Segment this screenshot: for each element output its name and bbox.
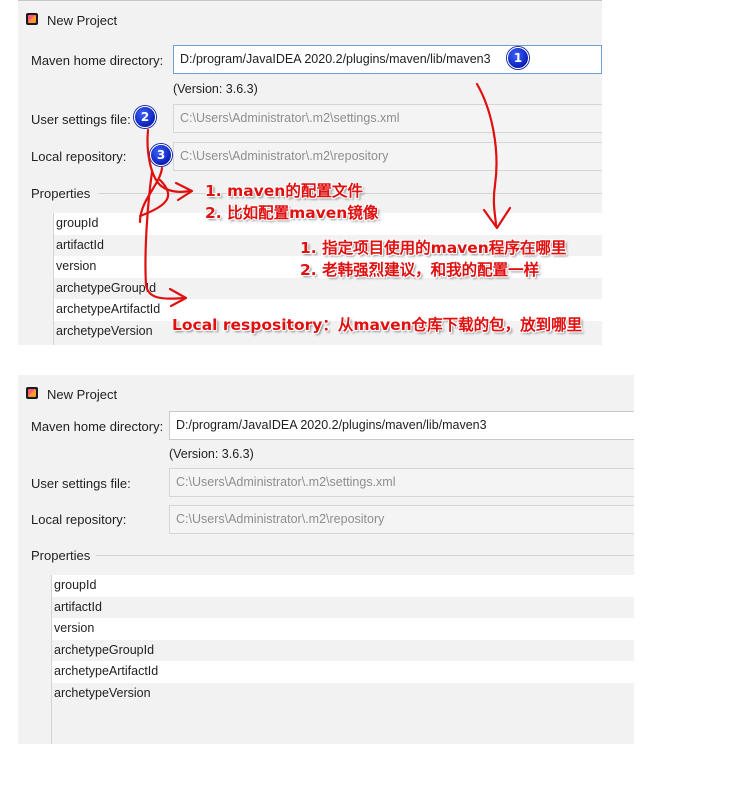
property-row[interactable]: archetypeVersion: [52, 683, 634, 705]
maven-home-note-line-1: 1. 指定项目使用的maven程序在哪里: [300, 239, 567, 257]
dialog-title: New Project: [47, 387, 118, 402]
property-row[interactable]: archetypeArtifactId: [52, 661, 634, 683]
maven-home-note-line-2: 2. 老韩强烈建议，和我的配置一样: [300, 261, 540, 279]
local-repo-label: Local repository:: [31, 512, 127, 527]
property-row[interactable]: artifactId: [52, 597, 634, 619]
local-repo-note: Local respository：从maven仓库下载的包，放到哪里: [172, 316, 583, 334]
arrow-maven-home: [475, 82, 498, 228]
property-row[interactable]: groupId: [52, 575, 634, 597]
property-row[interactable]: archetypeGroupId: [52, 640, 634, 662]
user-settings-label: User settings file:: [31, 476, 131, 491]
settings-note-line-1: 1. maven的配置文件: [205, 182, 363, 200]
properties-heading: Properties: [31, 548, 91, 563]
maven-home-value: D:/program/JavaIDEA 2020.2/plugins/maven…: [176, 418, 487, 432]
intellij-app-icon: [26, 387, 38, 399]
local-repo-input[interactable]: C:\Users\Administrator\.m2\repository: [169, 505, 634, 534]
title-bar: New Project: [18, 375, 634, 413]
arrow-settings: [146, 128, 192, 193]
maven-version-text: (Version: 3.6.3): [169, 447, 254, 461]
user-settings-input[interactable]: C:\Users\Administrator\.m2\settings.xml: [169, 468, 634, 497]
properties-table[interactable]: groupId artifactId version archetypeGrou…: [51, 575, 634, 744]
maven-home-label: Maven home directory:: [31, 419, 164, 434]
property-row[interactable]: version: [52, 618, 634, 640]
dialog-clean: New Project Maven home directory: D:/pro…: [18, 375, 634, 744]
local-repo-value: C:\Users\Administrator\.m2\repository: [176, 512, 385, 526]
properties-divider: [96, 555, 634, 556]
settings-note-line-2: 2. 比如配置maven镜像: [205, 204, 379, 222]
maven-home-input[interactable]: D:/program/JavaIDEA 2020.2/plugins/maven…: [169, 411, 634, 440]
user-settings-value: C:\Users\Administrator\.m2\settings.xml: [176, 475, 396, 489]
